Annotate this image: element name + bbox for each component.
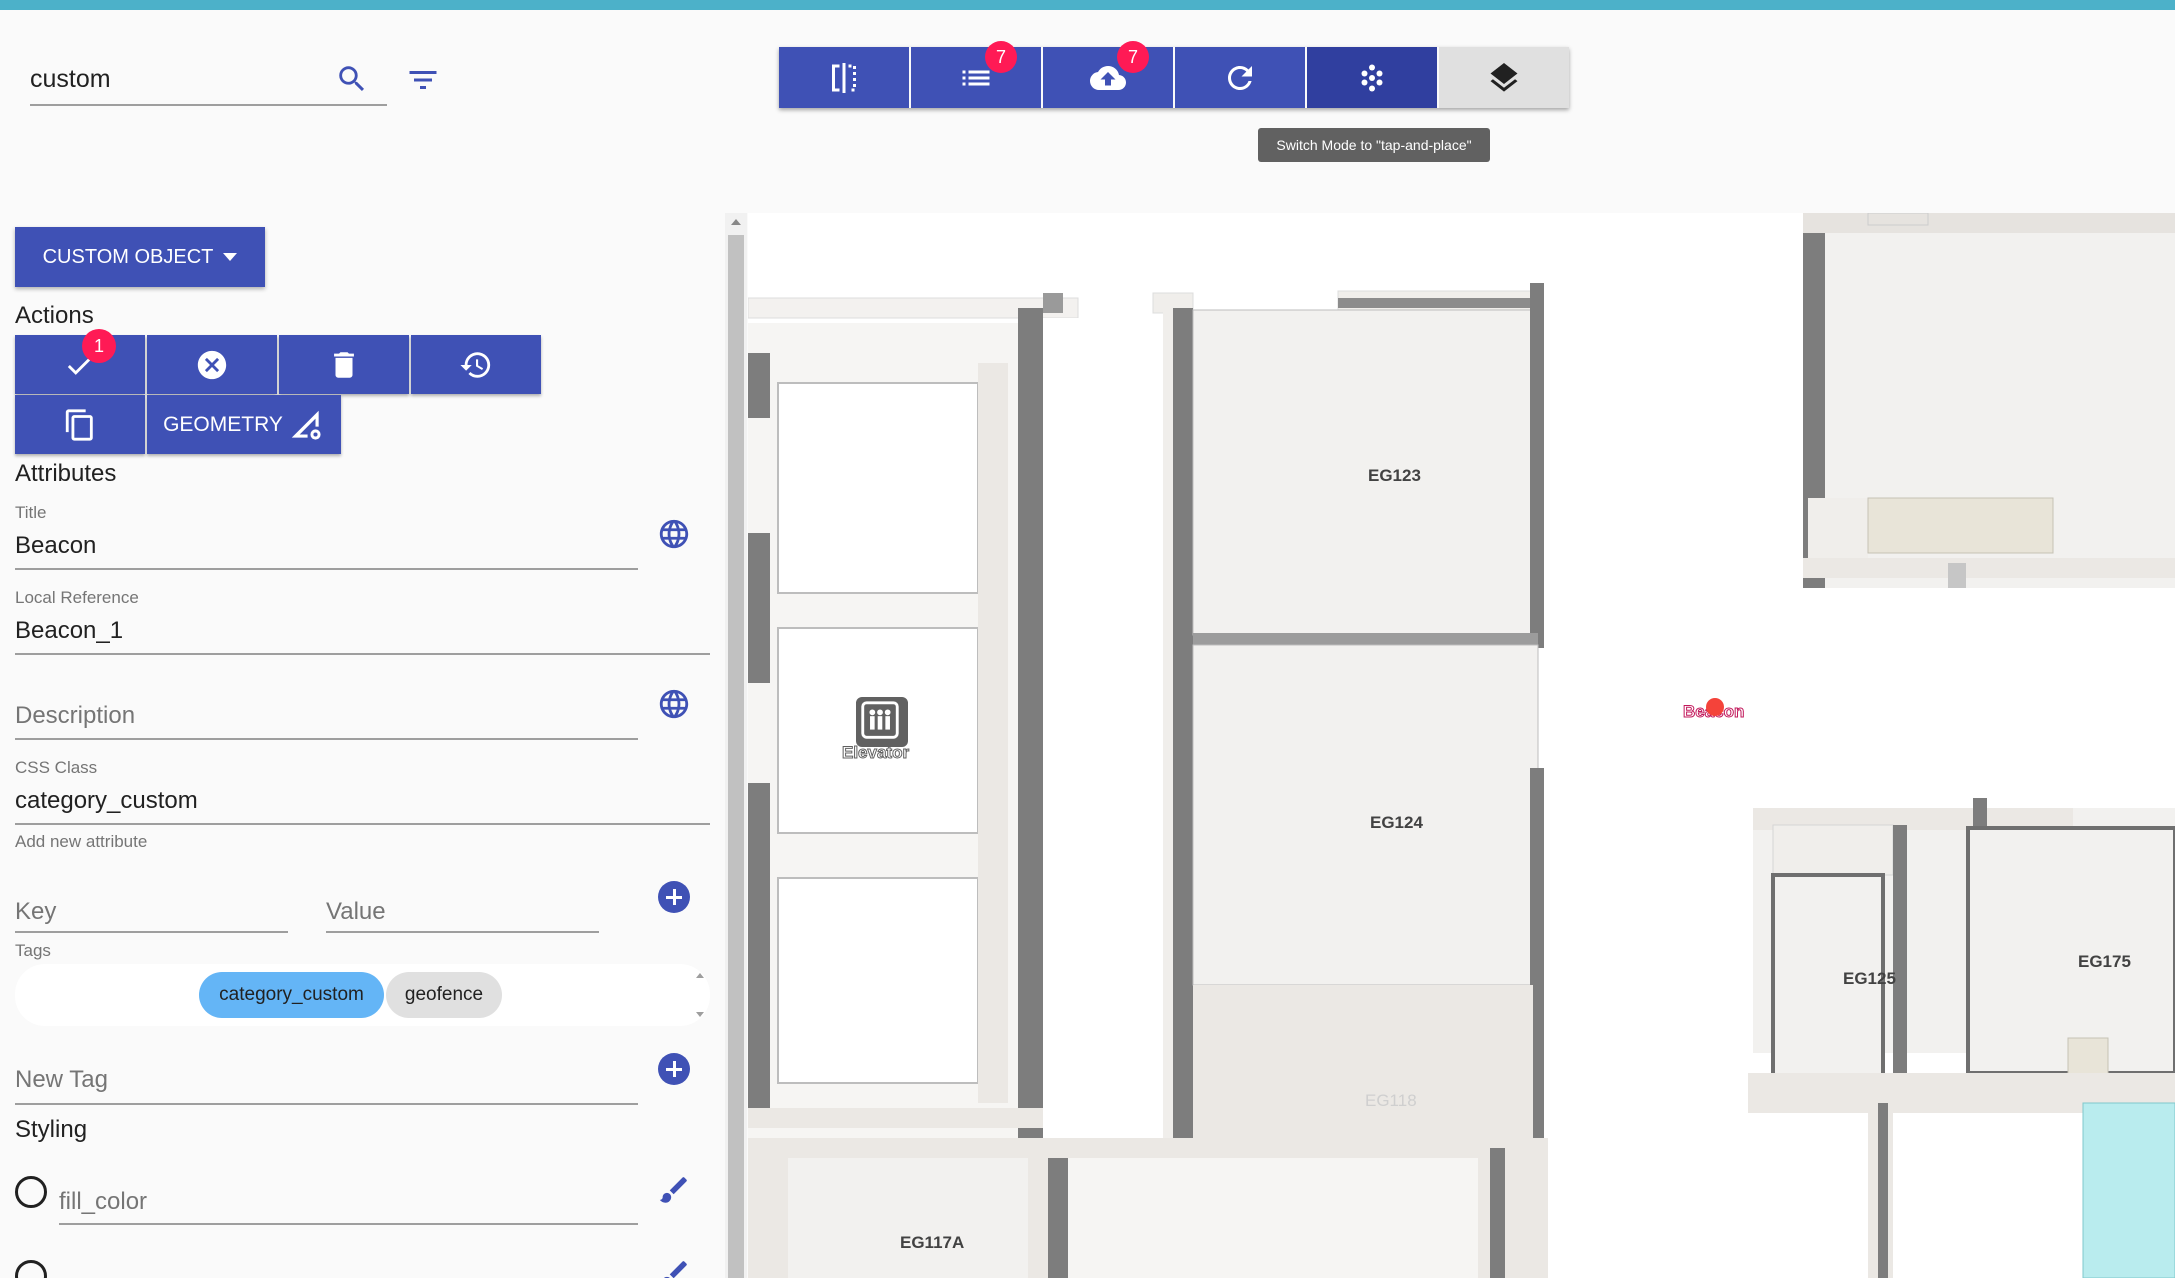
cancel-icon <box>197 350 227 379</box>
layers-button[interactable] <box>1439 47 1569 108</box>
room-label[interactable]: EG124 <box>1370 813 1423 833</box>
main-toolbar: 7 7 <box>779 41 1569 108</box>
object-editor-panel: CUSTOM OBJECT Actions 1 GEOMETRY Attribu… <box>0 210 725 1278</box>
brush-icon[interactable] <box>657 1173 691 1207</box>
search-icon[interactable] <box>335 62 369 96</box>
tag-chip[interactable]: geofence <box>386 972 502 1018</box>
value-underline <box>326 931 599 933</box>
description-globe-icon[interactable] <box>657 687 691 721</box>
geometry-settings-icon <box>291 410 321 440</box>
tags-label: Tags <box>15 941 51 960</box>
save-count-badge: 1 <box>82 329 116 363</box>
room-label[interactable]: EG123 <box>1368 466 1421 486</box>
local-ref-label: Local Reference <box>15 588 139 607</box>
room-label[interactable]: EG118 <box>1365 1091 1417 1111</box>
upload-button[interactable]: 7 <box>1043 41 1173 108</box>
filter-icon[interactable] <box>405 62 441 98</box>
actions-heading: Actions <box>15 302 94 329</box>
local-ref-underline <box>15 653 710 655</box>
duplicate-button[interactable] <box>15 395 145 454</box>
room-label[interactable]: EG117A <box>900 1233 964 1253</box>
scroll-up-arrow[interactable] <box>731 219 741 225</box>
attributes-heading: Attributes <box>15 460 117 487</box>
save-button[interactable]: 1 <box>15 329 145 394</box>
key-underline <box>15 931 288 933</box>
history-button[interactable] <box>411 335 541 394</box>
value-field[interactable]: Value <box>326 898 386 926</box>
add-attribute-label: Add new attribute <box>15 832 148 851</box>
beacon-marker[interactable] <box>1706 698 1724 716</box>
search-input[interactable] <box>30 58 330 100</box>
mode-switch-button[interactable] <box>1307 47 1437 108</box>
scrollbar-thumb[interactable] <box>728 235 744 1278</box>
globe-icon[interactable] <box>657 517 691 551</box>
layers-icon <box>1490 62 1518 92</box>
list-button[interactable]: 7 <box>911 41 1041 108</box>
caret-down-icon <box>223 253 238 261</box>
local-ref-field[interactable]: Beacon_1 <box>15 617 123 645</box>
tags-list: category_custom geofence <box>15 964 710 1026</box>
fill-color-underline <box>59 1223 638 1225</box>
split-view-button[interactable] <box>779 47 909 108</box>
delete-button[interactable] <box>279 335 409 394</box>
refresh-button[interactable] <box>1175 47 1305 108</box>
stroke-color-radio[interactable] <box>15 1260 47 1278</box>
new-tag-field[interactable]: New Tag <box>15 1066 108 1094</box>
description-underline <box>15 738 638 740</box>
tag-chip[interactable]: category_custom <box>199 972 384 1018</box>
key-field[interactable]: Key <box>15 898 56 926</box>
room-label[interactable]: EG175 <box>2078 952 2131 972</box>
title-underline <box>15 568 638 570</box>
dots-grid-icon <box>1361 64 1383 91</box>
add-attribute-button[interactable] <box>658 881 690 913</box>
tags-scrollbar[interactable] <box>690 964 710 1026</box>
fill-color-radio[interactable] <box>15 1176 47 1208</box>
css-class-underline <box>15 823 710 825</box>
css-class-label: CSS Class <box>15 758 98 777</box>
refresh-icon <box>1228 65 1252 90</box>
title-field[interactable]: Beacon <box>15 532 96 560</box>
object-type-label: CUSTOM OBJECT <box>42 245 214 268</box>
list-count-badge: 7 <box>985 41 1017 73</box>
brush-icon[interactable] <box>657 1257 691 1278</box>
trash-icon <box>334 351 354 378</box>
people-icon <box>861 701 899 739</box>
history-icon <box>460 351 491 378</box>
geometry-button[interactable]: GEOMETRY <box>147 395 341 454</box>
mode-tooltip: Switch Mode to "tap-and-place" <box>1258 128 1490 162</box>
floor-map[interactable]: EG123 EG124 EG125 EG175 EG118 EG117A Ele… <box>748 213 2175 1278</box>
new-tag-underline <box>15 1103 638 1105</box>
elevator-icon[interactable] <box>854 695 910 749</box>
geometry-label: GEOMETRY <box>163 412 283 436</box>
object-type-dropdown[interactable]: CUSTOM OBJECT <box>15 227 265 287</box>
search-box <box>30 58 387 106</box>
room-label[interactable]: EG125 <box>1843 969 1896 989</box>
add-tag-button[interactable] <box>658 1053 690 1085</box>
upload-count-badge: 7 <box>1117 41 1149 73</box>
title-label: Title <box>15 503 47 522</box>
top-accent-bar <box>0 0 2175 10</box>
styling-heading: Styling <box>15 1116 88 1143</box>
cancel-button[interactable] <box>147 335 277 394</box>
fill-color-field[interactable]: fill_color <box>59 1188 147 1216</box>
floor-plan-drawing <box>748 213 2175 1278</box>
panel-scrollbar[interactable] <box>725 213 747 1278</box>
css-class-field[interactable]: category_custom <box>15 787 198 815</box>
description-field[interactable]: Description <box>15 702 135 730</box>
elevator-label: Elevator <box>841 743 910 763</box>
split-view-icon <box>832 62 856 93</box>
copy-icon <box>65 408 93 441</box>
